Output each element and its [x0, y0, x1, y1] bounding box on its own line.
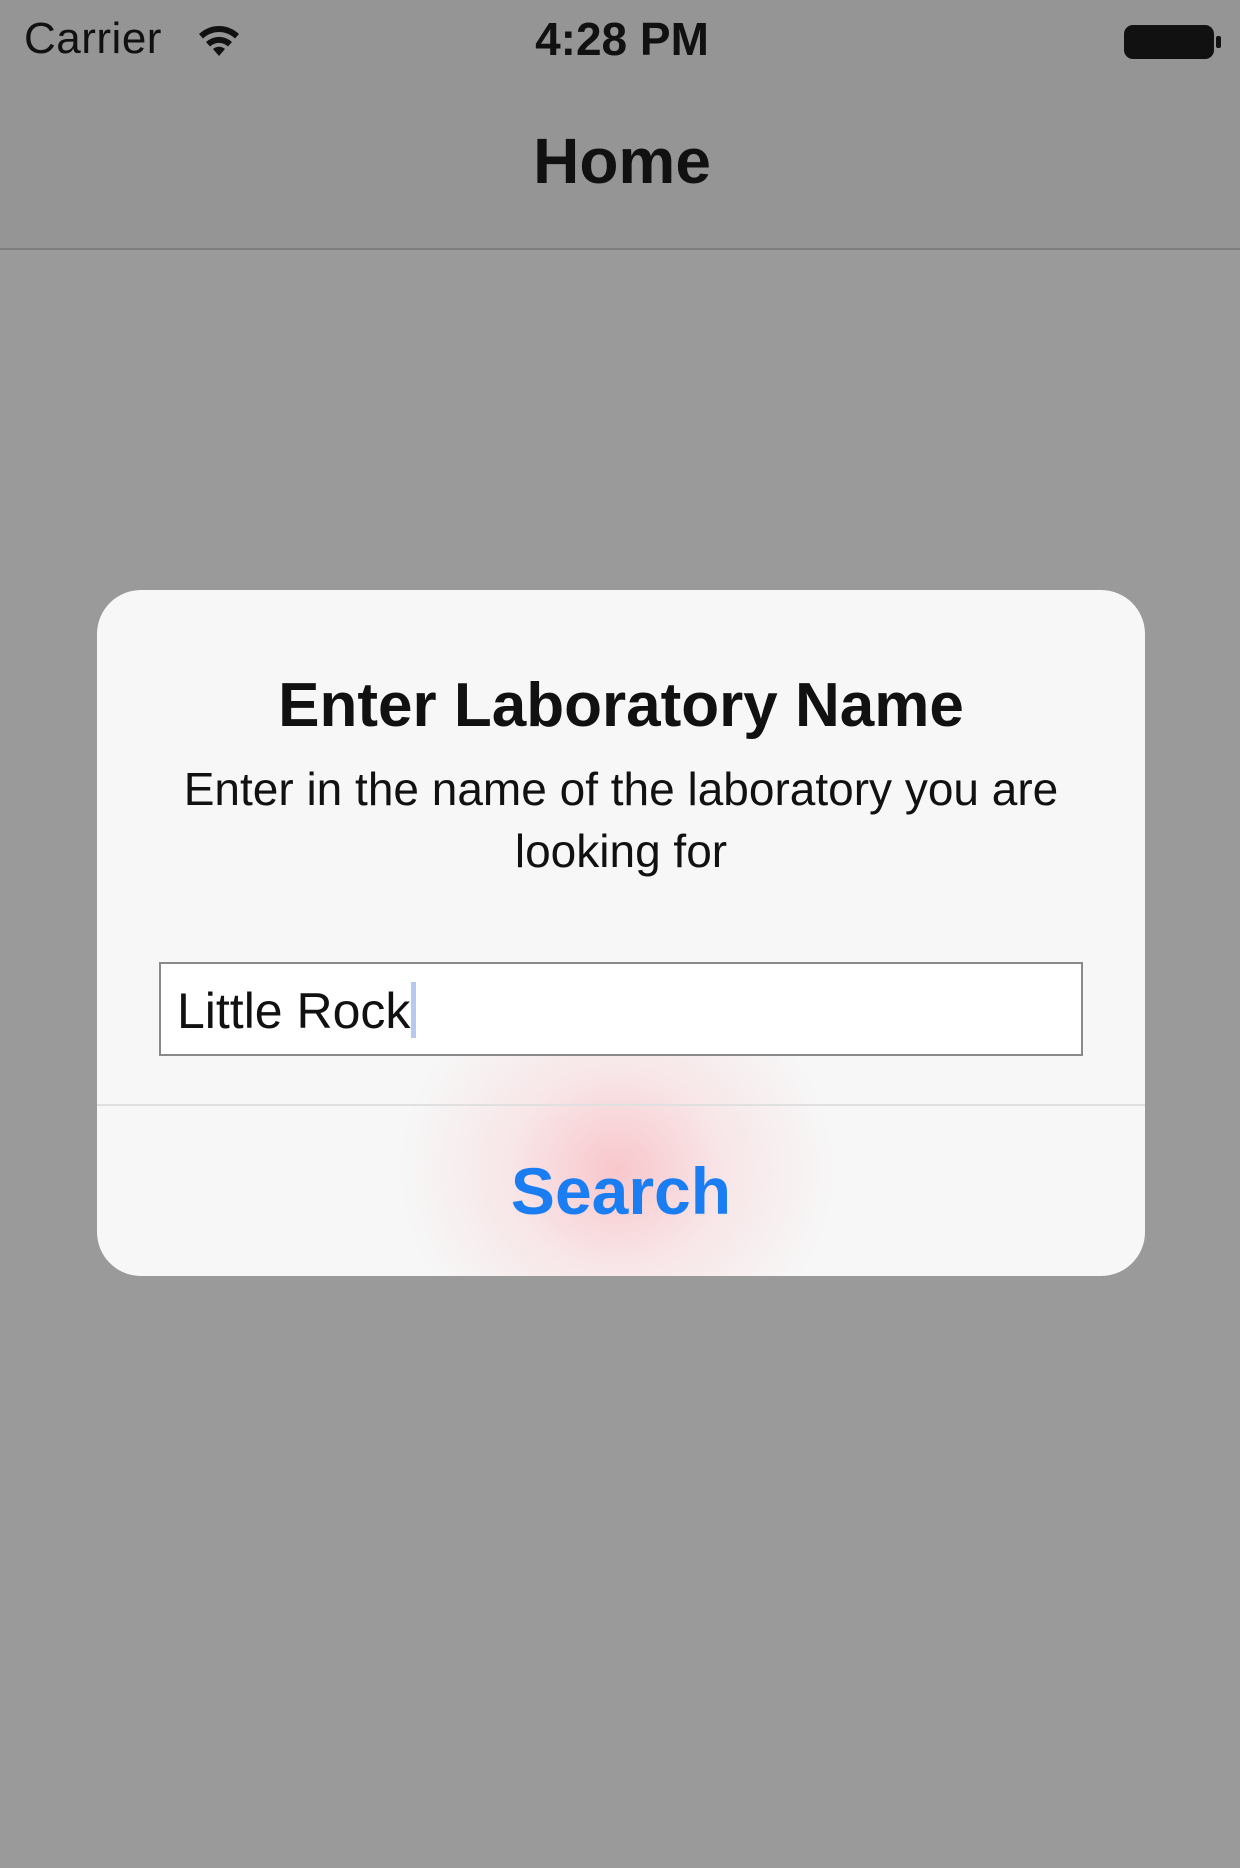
screen: Carrier 4:28 PM Home Enter Laboratory Na… [0, 0, 1244, 1868]
text-caret [411, 982, 417, 1038]
battery-icon [1124, 25, 1221, 59]
laboratory-name-input[interactable]: Little Rock [159, 962, 1083, 1056]
alert-dialog: Enter Laboratory Name Enter in the name … [97, 590, 1145, 1276]
status-bar: Carrier 4:28 PM [0, 0, 1244, 80]
app-background-dimmed: Carrier 4:28 PM Home Enter Laboratory Na… [0, 0, 1244, 1868]
navigation-bar: Home [0, 80, 1244, 250]
input-text-wrapper: Little Rock [177, 982, 417, 1040]
alert-title: Enter Laboratory Name [278, 671, 964, 740]
input-value: Little Rock [177, 983, 411, 1039]
right-frame-edge [1240, 0, 1244, 1868]
nav-title: Home [533, 125, 711, 197]
search-button[interactable]: Search [97, 1106, 1145, 1276]
status-time: 4:28 PM [535, 13, 709, 65]
alert-message: Enter in the name of the laboratory you … [183, 763, 1059, 877]
